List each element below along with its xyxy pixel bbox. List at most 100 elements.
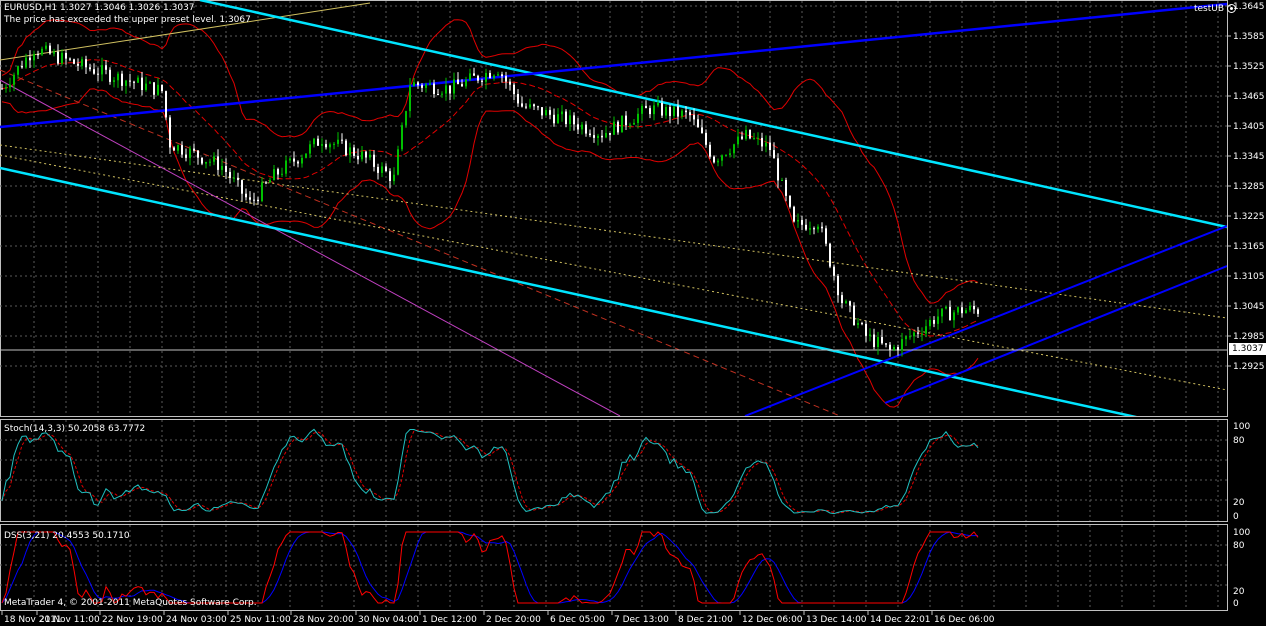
candle-body	[473, 73, 475, 76]
candle-body	[153, 82, 155, 95]
candle-body	[693, 115, 695, 120]
candle-body	[97, 73, 99, 75]
candle-body	[553, 114, 555, 124]
candle-body	[169, 117, 171, 148]
dss-chart[interactable]	[1, 531, 979, 604]
candle-body	[77, 63, 79, 66]
candle-body	[613, 121, 615, 135]
candle-body	[725, 154, 727, 156]
candle-body	[5, 87, 7, 89]
candle-body	[673, 106, 675, 117]
candle-body	[729, 153, 731, 155]
smiley-icon[interactable]	[1227, 4, 1236, 13]
yellow-dotted-channel-upper	[0, 144, 1227, 319]
candle-body	[101, 65, 103, 75]
candle-body	[33, 54, 35, 61]
candle-body	[141, 77, 143, 90]
candle-body	[881, 337, 883, 344]
candle-body	[713, 156, 715, 163]
candle-body	[381, 166, 383, 173]
candle-body	[245, 193, 247, 198]
candle-body	[297, 161, 299, 164]
candle-body	[709, 144, 711, 157]
candle-body	[269, 180, 271, 183]
candle-body	[501, 74, 503, 77]
blue-channel-lower	[884, 265, 1227, 404]
candle-body	[493, 75, 495, 78]
stoch-chart[interactable]	[1, 428, 979, 515]
candle-body	[437, 94, 439, 95]
bollinger-upper-line	[1, 19, 979, 304]
candle-body	[549, 110, 551, 115]
candle-body	[973, 306, 975, 310]
candle-body	[541, 107, 543, 116]
candle-body	[937, 316, 939, 324]
candle-body	[309, 144, 311, 154]
candle-body	[749, 129, 751, 139]
candle-body	[217, 156, 219, 170]
candle-body	[157, 84, 159, 95]
candle-body	[813, 228, 815, 230]
candle-body	[345, 140, 347, 156]
candle-body	[285, 160, 287, 174]
candle-body	[145, 83, 147, 90]
stoch-level-label: 100	[1233, 422, 1250, 432]
price-axis-label: 1.2925	[1233, 362, 1265, 372]
candle-body	[773, 150, 775, 159]
candle-body	[921, 333, 923, 335]
candle-body	[181, 145, 183, 155]
candle-body	[701, 127, 703, 133]
candle-body	[841, 295, 843, 304]
time-axis-label: 13 Dec 14:00	[806, 615, 867, 625]
candle-body	[893, 347, 895, 350]
candle-body	[769, 142, 771, 150]
candle-body	[885, 343, 887, 345]
candle-body	[133, 81, 135, 83]
candle-body	[925, 326, 927, 334]
candle-body	[125, 80, 127, 86]
candle-body	[605, 133, 607, 138]
candle-body	[277, 169, 279, 175]
candle-body	[9, 84, 11, 88]
candle-body	[949, 306, 951, 321]
candle-body	[645, 105, 647, 109]
candle-body	[889, 344, 891, 350]
chart-canvas[interactable]: 1.3645 1.3585 1.3525 1.3465 1.3405 1.3345 1.32…	[0, 0, 1266, 626]
expert-advisor-name[interactable]: testUB	[1194, 4, 1224, 14]
candle-body	[669, 107, 671, 116]
candle-body	[517, 94, 519, 104]
candle-body	[193, 148, 195, 151]
time-axis-label: 7 Dec 13:00	[614, 615, 669, 625]
candle-body	[625, 115, 627, 126]
candle-body	[429, 83, 431, 85]
candle-body	[453, 79, 455, 94]
candle-body	[489, 73, 491, 78]
candle-body	[557, 114, 559, 124]
time-axis-label: 25 Nov 11:00	[230, 615, 291, 625]
price-axis-label: 1.3645	[1233, 2, 1265, 12]
candle-body	[85, 59, 87, 68]
candle-body	[361, 151, 363, 160]
candle-body	[497, 74, 499, 76]
symbol-info: EURUSD,H1 1.3027 1.3046 1.3026 1.3037	[4, 3, 195, 13]
candle-body	[817, 226, 819, 230]
candle-body	[521, 103, 523, 107]
candle-body	[445, 85, 447, 94]
time-axis-label: 2 Dec 20:00	[486, 615, 541, 625]
candle-body	[745, 129, 747, 139]
candle-body	[25, 57, 27, 68]
candle-body	[221, 166, 223, 170]
candle-body	[697, 119, 699, 128]
candle-body	[93, 69, 95, 74]
candle-body	[861, 323, 863, 325]
candle-body	[233, 177, 235, 179]
current-price-tag: 1.3037	[1229, 343, 1266, 355]
candle-body	[457, 79, 459, 85]
candle-body	[649, 108, 651, 115]
candle-body	[577, 124, 579, 130]
price-chart[interactable]	[0, 0, 1227, 437]
time-axis-label: 22 Nov 19:00	[102, 615, 163, 625]
candle-body	[349, 147, 351, 156]
red-dashed-trendline	[0, 69, 841, 416]
candle-body	[617, 121, 619, 133]
